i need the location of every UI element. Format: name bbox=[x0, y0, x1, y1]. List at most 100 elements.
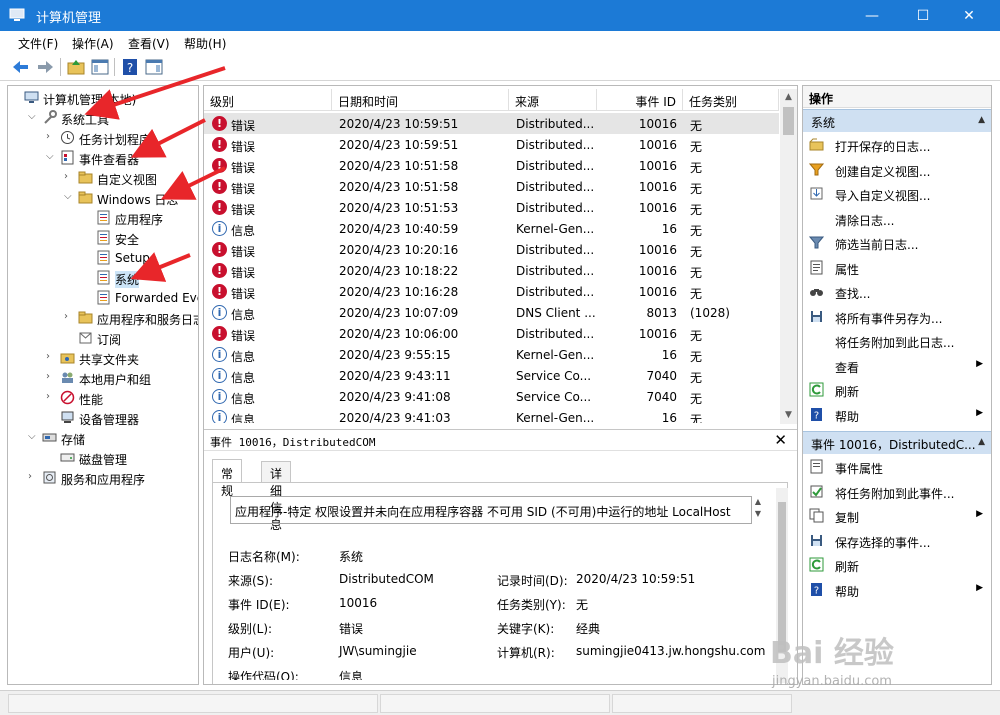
action-item[interactable]: ? 帮助 ▶ bbox=[803, 403, 991, 427]
tree-item-label: 存储 bbox=[61, 433, 86, 447]
column-datetime[interactable]: 日期和时间 bbox=[332, 89, 509, 111]
cell-id: 10016 bbox=[638, 201, 677, 215]
table-row[interactable]: ! 错误 2020/4/23 10:06:00 Distributed... 10016… bbox=[204, 323, 779, 344]
description-spinner-icon[interactable]: ▲ ▼ bbox=[750, 496, 766, 524]
cell-category: 无 bbox=[690, 203, 703, 217]
tab-details[interactable]: 详细信息 bbox=[261, 461, 292, 532]
expand-icon[interactable]: › bbox=[46, 131, 56, 142]
column-task-category[interactable]: 任务类别 bbox=[683, 89, 779, 111]
action-item[interactable]: 刷新 bbox=[803, 378, 991, 402]
show-hide-tree-icon[interactable] bbox=[90, 57, 110, 77]
action-item[interactable]: 将任务附加到此事件... bbox=[803, 480, 991, 504]
collapse-icon[interactable]: ▲ bbox=[978, 437, 985, 447]
expand-icon[interactable]: › bbox=[28, 471, 38, 482]
action-item[interactable]: 事件属性 bbox=[803, 455, 991, 479]
table-row[interactable]: ! 错误 2020/4/23 10:51:58 Distributed... 10016… bbox=[204, 176, 779, 197]
table-row[interactable]: ! 错误 2020/4/23 10:59:51 Distributed... 10016… bbox=[204, 113, 779, 134]
action-item[interactable]: 将所有事件另存为... bbox=[803, 305, 991, 329]
info-icon: i bbox=[212, 368, 227, 383]
actions-section-log[interactable]: 系统 ▲ bbox=[803, 109, 991, 132]
cell-category: 无 bbox=[690, 119, 703, 133]
table-row[interactable]: i 信息 2020/4/23 9:41:03 Kernel-Gen... 16 无 bbox=[204, 407, 779, 423]
help-icon[interactable]: ? bbox=[120, 57, 140, 77]
action-item[interactable]: ? 帮助 ▶ bbox=[803, 578, 991, 602]
table-row[interactable]: ! 错误 2020/4/23 10:16:28 Distributed... 10016… bbox=[204, 281, 779, 302]
toolbar-separator bbox=[60, 58, 61, 76]
cell-datetime: 2020/4/23 10:06:00 bbox=[339, 327, 459, 341]
action-item[interactable]: 查找... bbox=[803, 280, 991, 304]
close-detail-icon[interactable]: ✕ bbox=[774, 431, 787, 449]
event-detail-title: 事件 10016，DistributedCOM bbox=[210, 436, 376, 449]
menu-action[interactable]: 操作(A) bbox=[72, 35, 114, 52]
collapse-icon[interactable]: ⌵ bbox=[46, 151, 56, 162]
log-icon bbox=[97, 250, 110, 265]
maximize-button[interactable]: ☐ bbox=[900, 0, 946, 31]
tree-item-label: 共享文件夹 bbox=[79, 353, 140, 367]
table-row[interactable]: ! 错误 2020/4/23 10:20:16 Distributed... 10016… bbox=[204, 239, 779, 260]
expand-icon[interactable]: › bbox=[46, 391, 56, 402]
action-item[interactable]: 复制 ▶ bbox=[803, 504, 991, 528]
cell-datetime: 2020/4/23 10:07:09 bbox=[339, 306, 459, 320]
folder-icon bbox=[78, 311, 93, 324]
error-icon: ! bbox=[212, 242, 227, 257]
action-item[interactable]: 属性 bbox=[803, 256, 991, 280]
action-item[interactable]: 创建自定义视图... bbox=[803, 158, 991, 182]
tree-item-label: 系统工具 bbox=[61, 113, 110, 127]
table-row[interactable]: ! 错误 2020/4/23 10:18:22 Distributed... 10016… bbox=[204, 260, 779, 281]
expand-icon[interactable]: › bbox=[64, 311, 74, 322]
action-item[interactable]: 筛选当前日志... bbox=[803, 231, 991, 255]
action-item[interactable]: 刷新 bbox=[803, 553, 991, 577]
table-row[interactable]: i 信息 2020/4/23 10:40:59 Kernel-Gen... 16 无 bbox=[204, 218, 779, 239]
action-item[interactable]: 查看 ▶ bbox=[803, 354, 991, 378]
save-icon bbox=[811, 534, 822, 546]
cell-id: 10016 bbox=[638, 243, 677, 257]
close-button[interactable]: ✕ bbox=[946, 0, 992, 31]
column-event-id[interactable]: 事件 ID bbox=[597, 89, 683, 111]
action-label: 将所有事件另存为... bbox=[835, 311, 943, 326]
table-row[interactable]: i 信息 2020/4/23 10:07:09 DNS Client ... 8013 (… bbox=[204, 302, 779, 323]
action-item[interactable]: 导入自定义视图... bbox=[803, 182, 991, 206]
event-description[interactable]: 应用程序-特定 权限设置并未向在应用程序容器 不可用 SID (不可用)中运行的… bbox=[230, 496, 752, 524]
action-item[interactable]: 保存选择的事件... bbox=[803, 529, 991, 553]
collapse-icon[interactable]: ⌵ bbox=[28, 111, 38, 122]
scrollbar-thumb[interactable] bbox=[783, 107, 794, 135]
up-folder-icon[interactable] bbox=[66, 57, 86, 77]
cell-id: 16 bbox=[661, 411, 677, 423]
table-row[interactable]: i 信息 2020/4/23 9:55:15 Kernel-Gen... 16 无 bbox=[204, 344, 779, 365]
column-level[interactable]: 级别 bbox=[204, 89, 332, 111]
expand-icon[interactable]: › bbox=[46, 371, 56, 382]
table-row[interactable]: i 信息 2020/4/23 9:43:11 Service Co... 7040 无 bbox=[204, 365, 779, 386]
minimize-button[interactable]: — bbox=[849, 0, 895, 31]
menu-view[interactable]: 查看(V) bbox=[128, 35, 170, 52]
action-item[interactable]: 将任务附加到此日志... bbox=[803, 329, 991, 353]
action-item[interactable]: 打开保存的日志... bbox=[803, 133, 991, 157]
table-row[interactable]: ! 错误 2020/4/23 10:59:51 Distributed... 10016… bbox=[204, 134, 779, 155]
menu-file[interactable]: 文件(F) bbox=[18, 35, 58, 52]
actions-section-event[interactable]: 事件 10016，DistributedC... ▲ bbox=[803, 431, 991, 454]
scroll-down-icon[interactable]: ▼ bbox=[780, 407, 797, 424]
cell-source: Kernel-Gen... bbox=[516, 411, 595, 423]
field-value-task-category: 无 bbox=[576, 598, 589, 612]
menu-help[interactable]: 帮助(H) bbox=[184, 35, 226, 52]
expand-icon[interactable]: › bbox=[46, 351, 56, 362]
status-cell bbox=[8, 694, 378, 713]
collapse-icon[interactable]: ▲ bbox=[978, 115, 985, 125]
action-item[interactable]: 清除日志... bbox=[803, 207, 991, 231]
collapse-icon[interactable]: ⌵ bbox=[28, 431, 38, 442]
collapse-icon[interactable]: ⌵ bbox=[64, 191, 74, 202]
error-icon: ! bbox=[212, 137, 227, 152]
table-row[interactable]: i 信息 2020/4/23 9:41:08 Service Co... 7040 无 bbox=[204, 386, 779, 407]
column-source[interactable]: 来源 bbox=[509, 89, 597, 111]
scroll-up-icon[interactable]: ▲ bbox=[780, 89, 797, 106]
forward-icon[interactable] bbox=[35, 57, 55, 77]
show-hide-action-pane-icon[interactable] bbox=[144, 57, 164, 77]
table-row[interactable]: ! 错误 2020/4/23 10:51:53 Distributed... 10016… bbox=[204, 197, 779, 218]
expand-icon[interactable]: › bbox=[64, 171, 74, 182]
filter-icon bbox=[809, 236, 824, 249]
event-list-scrollbar[interactable]: ▲ ▼ bbox=[780, 89, 797, 424]
tab-general[interactable]: 常规 bbox=[212, 459, 243, 498]
field-label-computer: 计算机(R): bbox=[497, 646, 555, 660]
table-row[interactable]: ! 错误 2020/4/23 10:51:58 Distributed... 10016… bbox=[204, 155, 779, 176]
back-icon[interactable] bbox=[11, 57, 31, 77]
svg-text:?: ? bbox=[814, 410, 819, 421]
